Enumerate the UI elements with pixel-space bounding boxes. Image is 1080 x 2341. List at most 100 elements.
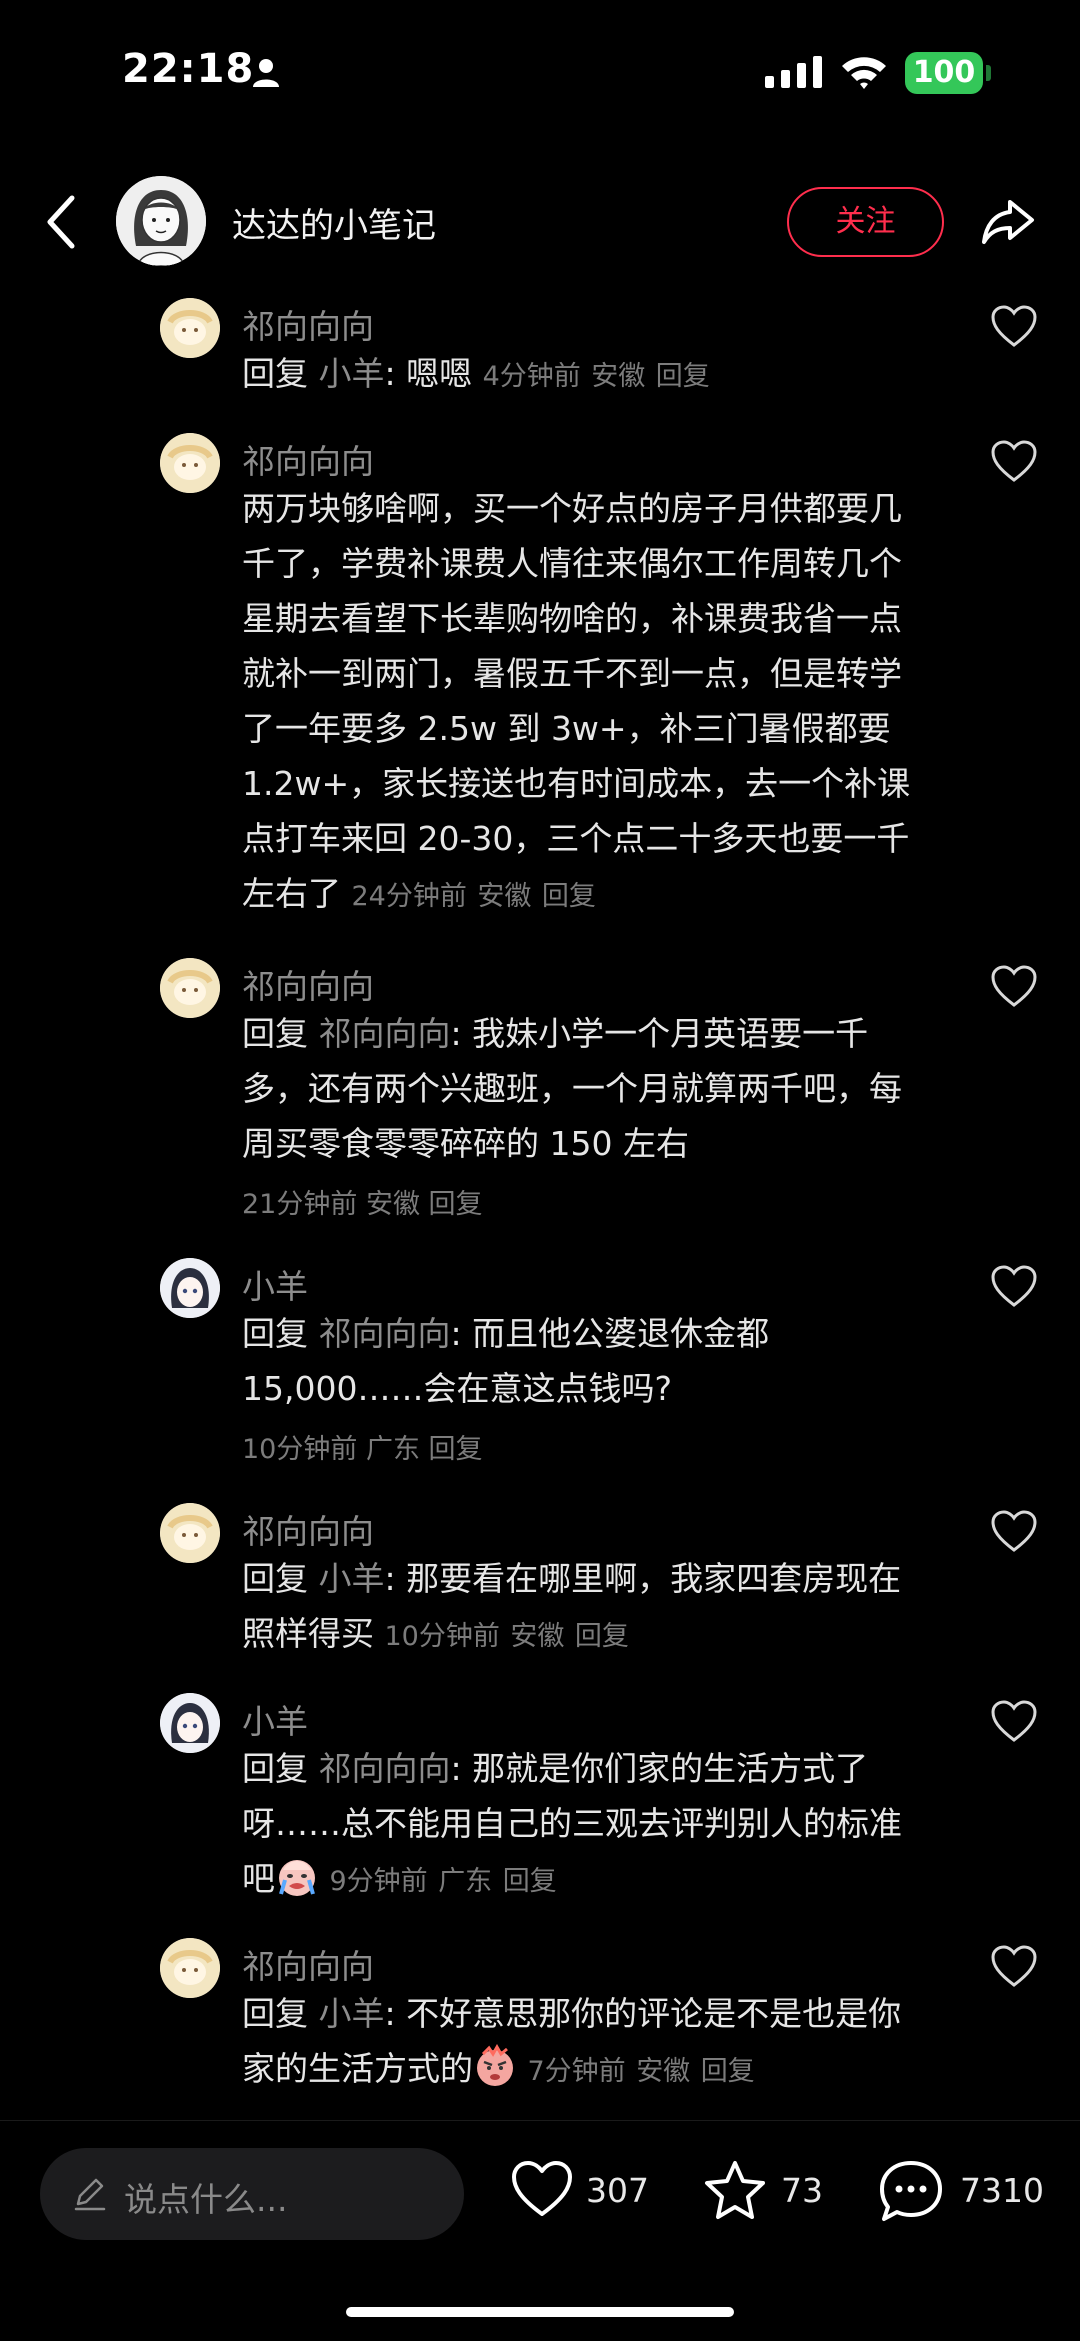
- reply-target[interactable]: 祁向向向: [319, 1314, 451, 1353]
- battery-indicator: 100: [905, 52, 983, 94]
- comment-line: : 而且他公婆退休金都: [450, 1314, 770, 1353]
- reply-target[interactable]: 祁向向向: [319, 1749, 451, 1788]
- user-avatar[interactable]: [160, 298, 220, 358]
- comment-location: 安徽: [477, 881, 532, 912]
- note-header: 达达的小笔记 关注: [0, 170, 1080, 274]
- anime-girl-avatar-icon: [160, 1693, 220, 1753]
- reply-button[interactable]: 回复: [656, 361, 710, 392]
- cellular-signal-icon: [765, 56, 822, 88]
- comment-action[interactable]: 7310: [878, 2159, 1058, 2229]
- comment-username[interactable]: 小羊: [242, 1260, 308, 1308]
- comment-time: 24分钟前: [351, 881, 467, 912]
- comment-line: : 那就是你们家的生活方式了: [450, 1749, 869, 1788]
- reply-target[interactable]: 小羊: [319, 354, 385, 393]
- collect-count: 73: [781, 2171, 823, 2210]
- person-icon: [253, 59, 279, 87]
- comment-content: : 嗯嗯: [384, 354, 473, 393]
- comment-line: 就补一到两门，暑假五千不到一点，但是转学: [242, 654, 902, 693]
- comment-time: 7分钟前: [527, 2056, 626, 2087]
- heart-icon[interactable]: [990, 1944, 1038, 1988]
- comment-line: 点打车来回 20-30，三个点二十多天也要一千: [242, 819, 910, 858]
- status-bar: 22:18 100: [0, 0, 1080, 140]
- comment-line: 呀……总不能用自己的三观去评判别人的标准: [242, 1804, 902, 1843]
- comment-location: 安徽: [591, 361, 646, 392]
- collect-action[interactable]: 73: [703, 2159, 833, 2229]
- bottom-action-bar: 说点什么... 307 73 7310: [0, 2120, 1080, 2280]
- comment-time: 21分钟前: [242, 1189, 358, 1220]
- wifi-icon: [842, 57, 886, 89]
- author-name[interactable]: 达达的小笔记: [232, 198, 436, 247]
- user-avatar[interactable]: [160, 433, 220, 493]
- reply-button[interactable]: 回复: [429, 1189, 483, 1220]
- comment-username[interactable]: 祁向向向: [242, 960, 374, 1008]
- comment-line: 左右了: [242, 874, 341, 913]
- comment-line: : 我妹小学一个月英语要一千: [450, 1014, 869, 1053]
- comment-username[interactable]: 祁向向向: [242, 1940, 374, 1988]
- user-avatar[interactable]: [160, 958, 220, 1018]
- comment-text: 回复 祁向向向: 而且他公婆退休金都 15,000……会在意这点钱吗?: [242, 1306, 962, 1416]
- comment-username[interactable]: 小羊: [242, 1695, 308, 1743]
- comment-line: : 那要看在哪里啊，我家四套房现在: [384, 1559, 902, 1598]
- comment-text: 回复 小羊: 嗯嗯 4分钟前 安徽 回复: [242, 346, 962, 404]
- reply-button[interactable]: 回复: [429, 1434, 483, 1465]
- reply-word: 回复: [242, 1994, 308, 2033]
- cartoon-avatar-icon: [160, 958, 220, 1018]
- heart-icon[interactable]: [990, 1509, 1038, 1553]
- heart-icon[interactable]: [990, 304, 1038, 348]
- comment-line: 吧: [242, 1859, 275, 1898]
- reply-target[interactable]: 小羊: [319, 1994, 385, 2033]
- home-indicator: [346, 2307, 734, 2317]
- comment-location: 广东: [365, 1434, 420, 1465]
- star-outline-icon: [705, 2161, 765, 2219]
- reply-button[interactable]: 回复: [575, 1621, 629, 1652]
- angry-face-emoji-icon: [477, 2044, 513, 2086]
- reply-word: 回复: [242, 354, 308, 393]
- user-avatar[interactable]: [160, 1258, 220, 1318]
- comment-input[interactable]: 说点什么...: [40, 2148, 464, 2240]
- author-avatar[interactable]: [116, 176, 206, 266]
- comment-line: 多，还有两个兴趣班，一个月就算两千吧，每: [242, 1069, 902, 1108]
- reply-button[interactable]: 回复: [542, 881, 596, 912]
- heart-icon[interactable]: [990, 439, 1038, 483]
- comment-username[interactable]: 祁向向向: [242, 1505, 374, 1553]
- heart-icon[interactable]: [990, 964, 1038, 1008]
- user-avatar[interactable]: [160, 1503, 220, 1563]
- comment-username[interactable]: 祁向向向: [242, 300, 374, 348]
- comment-text: 回复 小羊: 不好意思那你的评论是不是也是你 家的生活方式的 7分钟前 安徽 回…: [242, 1986, 962, 2099]
- share-icon[interactable]: [978, 192, 1038, 252]
- user-avatar[interactable]: [160, 1693, 220, 1753]
- reply-target[interactable]: 小羊: [319, 1559, 385, 1598]
- cartoon-avatar-icon: [160, 433, 220, 493]
- reply-word: 回复: [242, 1749, 308, 1788]
- heart-outline-icon: [512, 2161, 572, 2216]
- back-icon[interactable]: [38, 192, 88, 252]
- comment-text: 回复 祁向向向: 我妹小学一个月英语要一千 多，还有两个兴趣班，一个月就算两千吧…: [242, 1006, 962, 1171]
- comment-location: 安徽: [365, 1189, 420, 1220]
- reply-button[interactable]: 回复: [701, 2056, 755, 2087]
- user-avatar[interactable]: [160, 1938, 220, 1998]
- comment-time: 9分钟前: [329, 1866, 428, 1897]
- comment-time: 10分钟前: [384, 1621, 500, 1652]
- like-count: 307: [586, 2171, 649, 2210]
- comment-location: 广东: [438, 1866, 493, 1897]
- comment-username[interactable]: 祁向向向: [242, 435, 374, 483]
- battery-tip: [986, 65, 991, 81]
- comment-meta: 10分钟前 广东 回复: [242, 1427, 483, 1466]
- comment-location: 安徽: [510, 1621, 565, 1652]
- like-action[interactable]: 307: [510, 2159, 660, 2229]
- reply-button[interactable]: 回复: [503, 1866, 557, 1897]
- comment-meta: 21分钟前 安徽 回复: [242, 1182, 483, 1221]
- girl-portrait-icon: [116, 176, 206, 266]
- comment-line: 1.2w+，家长接送也有时间成本，去一个补课: [242, 764, 911, 803]
- comment-line: 两万块够啥啊，买一个好点的房子月供都要几: [242, 489, 902, 528]
- comment-line: 了一年要多 2.5w 到 3w+，补三门暑假都要: [242, 709, 891, 748]
- heart-icon[interactable]: [990, 1699, 1038, 1743]
- follow-button[interactable]: 关注: [787, 187, 944, 257]
- anime-girl-avatar-icon: [160, 1258, 220, 1318]
- cartoon-avatar-icon: [160, 1938, 220, 1998]
- heart-icon[interactable]: [990, 1264, 1038, 1308]
- reply-target[interactable]: 祁向向向: [319, 1014, 451, 1053]
- comment-text: 回复 祁向向向: 那就是你们家的生活方式了 呀……总不能用自己的三观去评判别人的…: [242, 1741, 962, 1909]
- comment-text: 两万块够啥啊，买一个好点的房子月供都要几 千了，学费补课费人情往来偶尔工作周转几…: [242, 481, 962, 924]
- comment-text: 回复 小羊: 那要看在哪里啊，我家四套房现在 照样得买 10分钟前 安徽 回复: [242, 1551, 962, 1664]
